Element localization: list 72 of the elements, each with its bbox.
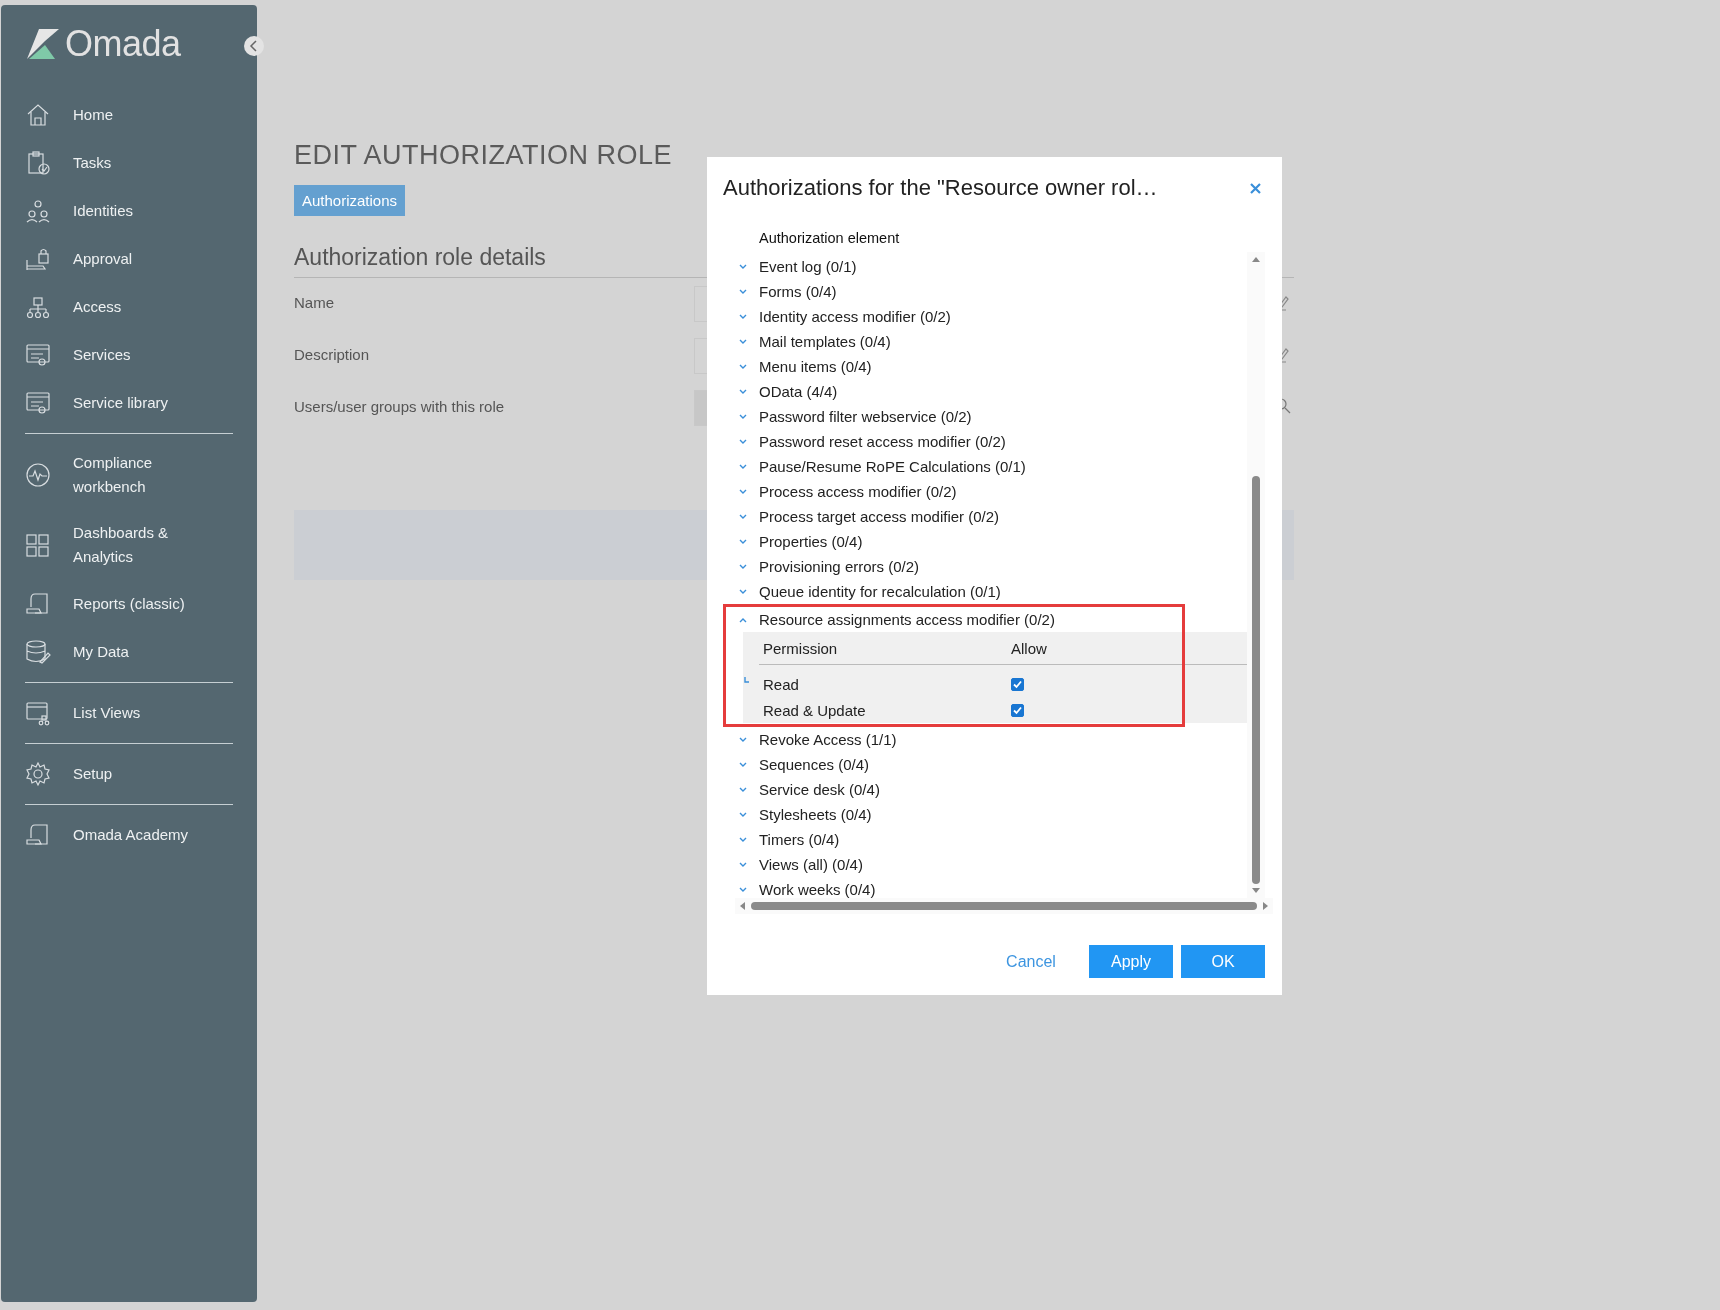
tree-item[interactable]: Password reset access modifier (0/2) bbox=[723, 429, 1247, 454]
window-icon bbox=[25, 342, 51, 368]
checkbox[interactable] bbox=[1011, 703, 1024, 717]
tree-item[interactable]: Queue identity for recalculation (0/1) bbox=[723, 579, 1247, 604]
scroll-left-icon[interactable] bbox=[739, 901, 745, 911]
column-header: Permission bbox=[762, 639, 839, 657]
tree-item[interactable]: Resource assignments access modifier (0/2) bbox=[723, 607, 1247, 632]
tree-item[interactable]: Menu items (0/4) bbox=[723, 354, 1247, 379]
padlock-icon bbox=[25, 246, 51, 272]
tree-item[interactable]: Provisioning errors (0/2) bbox=[723, 554, 1247, 579]
corner-icon bbox=[744, 677, 749, 683]
tree-item[interactable]: Views (all) (0/4) bbox=[723, 852, 1247, 877]
field-label: Name bbox=[294, 293, 335, 311]
nav-item[interactable]: Service library bbox=[25, 379, 257, 427]
tree-item[interactable]: Properties (0/4) bbox=[723, 529, 1247, 554]
permission-label: Read & Update bbox=[763, 701, 867, 719]
scroll-down-icon[interactable] bbox=[1251, 888, 1261, 894]
vertical-scrollbar[interactable] bbox=[1247, 252, 1265, 898]
tree-item[interactable]: Forms (0/4) bbox=[723, 279, 1247, 304]
tree-item[interactable]: Process target access modifier (0/2) bbox=[723, 504, 1247, 529]
checkbox[interactable] bbox=[1011, 677, 1024, 691]
nav-item[interactable]: List Views bbox=[25, 689, 257, 737]
people-icon bbox=[25, 198, 51, 224]
logo-text: Omada bbox=[65, 23, 181, 65]
nav-item[interactable]: Compliance workbench bbox=[25, 440, 257, 510]
database-icon bbox=[25, 639, 51, 665]
pulse-icon bbox=[25, 462, 51, 488]
nav-item[interactable]: Services bbox=[25, 331, 257, 379]
tree-item[interactable]: Stylesheets (0/4) bbox=[723, 802, 1247, 827]
tree-item[interactable]: Event log (0/1) bbox=[723, 254, 1247, 279]
close-icon[interactable] bbox=[1250, 182, 1261, 194]
permission-label: Read bbox=[763, 675, 800, 693]
page-title: EDIT AUTHORIZATION ROLE bbox=[294, 140, 674, 171]
nav-item[interactable]: Reports (classic) bbox=[25, 580, 257, 628]
nav-item[interactable]: Omada Academy bbox=[25, 811, 257, 859]
nav-item[interactable]: My Data bbox=[25, 628, 257, 676]
nav-item[interactable]: Tasks bbox=[25, 139, 257, 187]
field-label: Users/user groups with this role bbox=[294, 397, 506, 415]
tree-item[interactable]: Mail templates (0/4) bbox=[723, 329, 1247, 354]
tree-item[interactable]: Process access modifier (0/2) bbox=[723, 479, 1247, 504]
tree-item[interactable]: Password filter webservice (0/2) bbox=[723, 404, 1247, 429]
nav-item[interactable]: Approval bbox=[25, 235, 257, 283]
nav-item[interactable]: Access bbox=[25, 283, 257, 331]
network-icon bbox=[25, 294, 51, 320]
logo-icon bbox=[25, 27, 61, 61]
tree-item[interactable]: Timers (0/4) bbox=[723, 827, 1247, 852]
tree-item[interactable]: Identity access modifier (0/2) bbox=[723, 304, 1247, 329]
clipboard-icon bbox=[25, 150, 51, 176]
tree-item[interactable]: Pause/Resume RoPE Calculations (0/1) bbox=[723, 454, 1247, 479]
tree-item[interactable]: Revoke Access (1/1) bbox=[723, 727, 1247, 752]
window-icon bbox=[25, 390, 51, 416]
tree-item[interactable]: Sequences (0/4) bbox=[723, 752, 1247, 777]
dialog-title: Authorizations for the "Resource owner rol… bbox=[723, 175, 1158, 201]
field-label: Description bbox=[294, 345, 371, 363]
scroll-right-icon[interactable] bbox=[1263, 901, 1269, 911]
tree-item[interactable]: Service desk (0/4) bbox=[723, 777, 1247, 802]
document-icon bbox=[25, 591, 51, 617]
collapse-icon[interactable] bbox=[244, 36, 264, 56]
tree-item[interactable]: OData (4/4) bbox=[723, 379, 1247, 404]
scroll-up-icon[interactable] bbox=[1251, 256, 1261, 262]
nav-item[interactable]: Identities bbox=[25, 187, 257, 235]
settings-icon bbox=[25, 761, 51, 787]
nav-item[interactable]: Setup bbox=[25, 750, 257, 798]
horizontal-scrollbar[interactable] bbox=[735, 898, 1273, 914]
window-icon bbox=[25, 700, 51, 726]
document-icon bbox=[25, 822, 51, 848]
house-icon bbox=[25, 102, 51, 128]
column-header: Allow bbox=[1011, 639, 1047, 657]
nav-item[interactable]: Home bbox=[25, 91, 257, 139]
nav-item[interactable]: Dashboards & Analytics bbox=[25, 510, 257, 580]
tree-item[interactable]: Work weeks (0/4) bbox=[723, 877, 1247, 898]
grid-icon bbox=[25, 532, 51, 558]
